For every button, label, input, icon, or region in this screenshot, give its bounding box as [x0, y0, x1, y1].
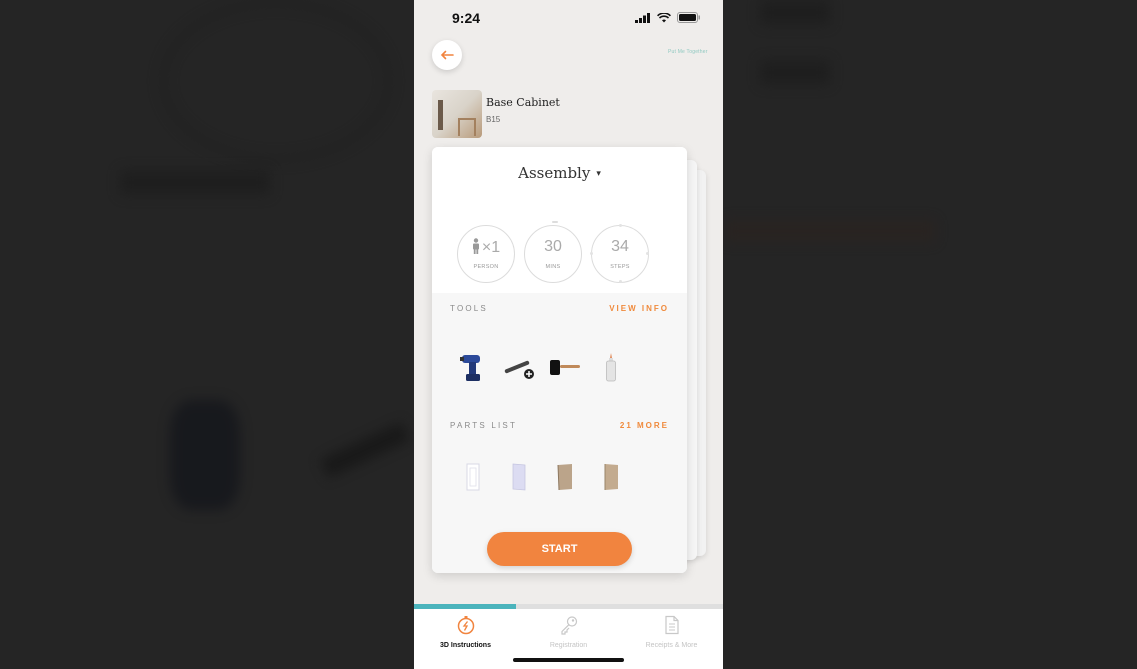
product-thumbnail	[432, 90, 482, 138]
stat-person: ×1 PERSON	[457, 225, 515, 283]
stat-value: 34	[611, 238, 629, 255]
instruction-card: Assembly ▾ ×1 PERSON 30 MINS 34 STEPS TO…	[432, 147, 687, 573]
key-icon	[560, 616, 577, 635]
tool-item[interactable]	[588, 351, 634, 385]
stat-value: ×1	[481, 239, 501, 256]
stat-label: MINS	[545, 264, 561, 270]
mallet-icon	[550, 360, 580, 375]
wood-side-panel-icon	[604, 464, 618, 490]
mode-label: Assembly	[518, 164, 591, 182]
home-indicator[interactable]	[513, 658, 624, 662]
start-button[interactable]: START	[487, 532, 632, 566]
product-title: Base Cabinet	[486, 96, 560, 109]
tab-label: 3D Instructions	[440, 642, 491, 649]
drill-icon	[460, 355, 480, 381]
back-button[interactable]	[432, 40, 462, 70]
white-frame-panel-icon	[466, 463, 480, 491]
background-ghost	[319, 421, 411, 479]
status-bar: 9:24	[414, 0, 723, 36]
more-parts-link[interactable]: 21 MORE	[620, 421, 669, 430]
battery-icon	[677, 12, 700, 23]
part-item[interactable]	[450, 460, 496, 494]
tick-mark	[619, 280, 622, 283]
part-item[interactable]	[542, 460, 588, 494]
part-item[interactable]	[588, 460, 634, 494]
product-sku: B15	[486, 115, 501, 124]
brand-logo: Put Me Together	[668, 49, 708, 55]
wood-panel-icon	[557, 464, 572, 491]
parts-title: PARTS LIST	[450, 421, 518, 430]
tick-mark	[619, 224, 622, 227]
chevron-down-icon: ▾	[596, 169, 601, 179]
phillips-bit-icon	[504, 360, 534, 379]
view-info-link[interactable]: VIEW INFO	[609, 304, 669, 313]
tools-title: TOOLS	[450, 304, 488, 313]
stat-value: 30	[544, 238, 562, 255]
tools-section: TOOLS VIEW INFO	[432, 293, 687, 410]
compass-icon	[457, 616, 474, 635]
mode-dropdown[interactable]: Assembly ▾	[432, 164, 687, 182]
tool-item[interactable]	[450, 351, 496, 385]
arrow-left-icon	[440, 50, 454, 60]
person-icon	[472, 238, 479, 254]
tab-label: Receipts & More	[645, 642, 698, 649]
glue-bottle-icon	[606, 353, 616, 382]
background-ghost	[760, 60, 830, 85]
product-header: Base Cabinet B15	[432, 90, 560, 138]
stats-row: ×1 PERSON 30 MINS 34 STEPS	[457, 221, 649, 283]
stat-steps: 34 STEPS	[590, 224, 649, 283]
wifi-icon	[657, 12, 671, 22]
stat-minutes: 30 MINS	[524, 221, 582, 283]
tab-label: Registration	[549, 642, 588, 649]
background-ghost	[170, 400, 240, 510]
background-ghost	[120, 170, 270, 195]
status-time: 9:24	[452, 10, 481, 26]
stat-label: PERSON	[473, 264, 499, 270]
tab-receipts[interactable]: Receipts & More	[620, 609, 723, 669]
tool-item[interactable]	[542, 351, 588, 385]
signal-icon	[635, 12, 650, 23]
white-panel-icon	[512, 463, 526, 491]
timer-knob-icon	[552, 221, 558, 223]
phone-screen: 9:24 Put Me Together Base Cabinet B15 As…	[414, 0, 723, 669]
tool-item[interactable]	[496, 351, 542, 385]
part-item[interactable]	[496, 460, 542, 494]
background-ghost	[160, 0, 392, 162]
background-ghost	[760, 0, 830, 25]
tab-3d-instructions[interactable]: 3D Instructions	[414, 609, 517, 669]
background-ghost	[725, 220, 935, 242]
document-icon	[664, 615, 679, 635]
stat-label: STEPS	[610, 264, 630, 270]
